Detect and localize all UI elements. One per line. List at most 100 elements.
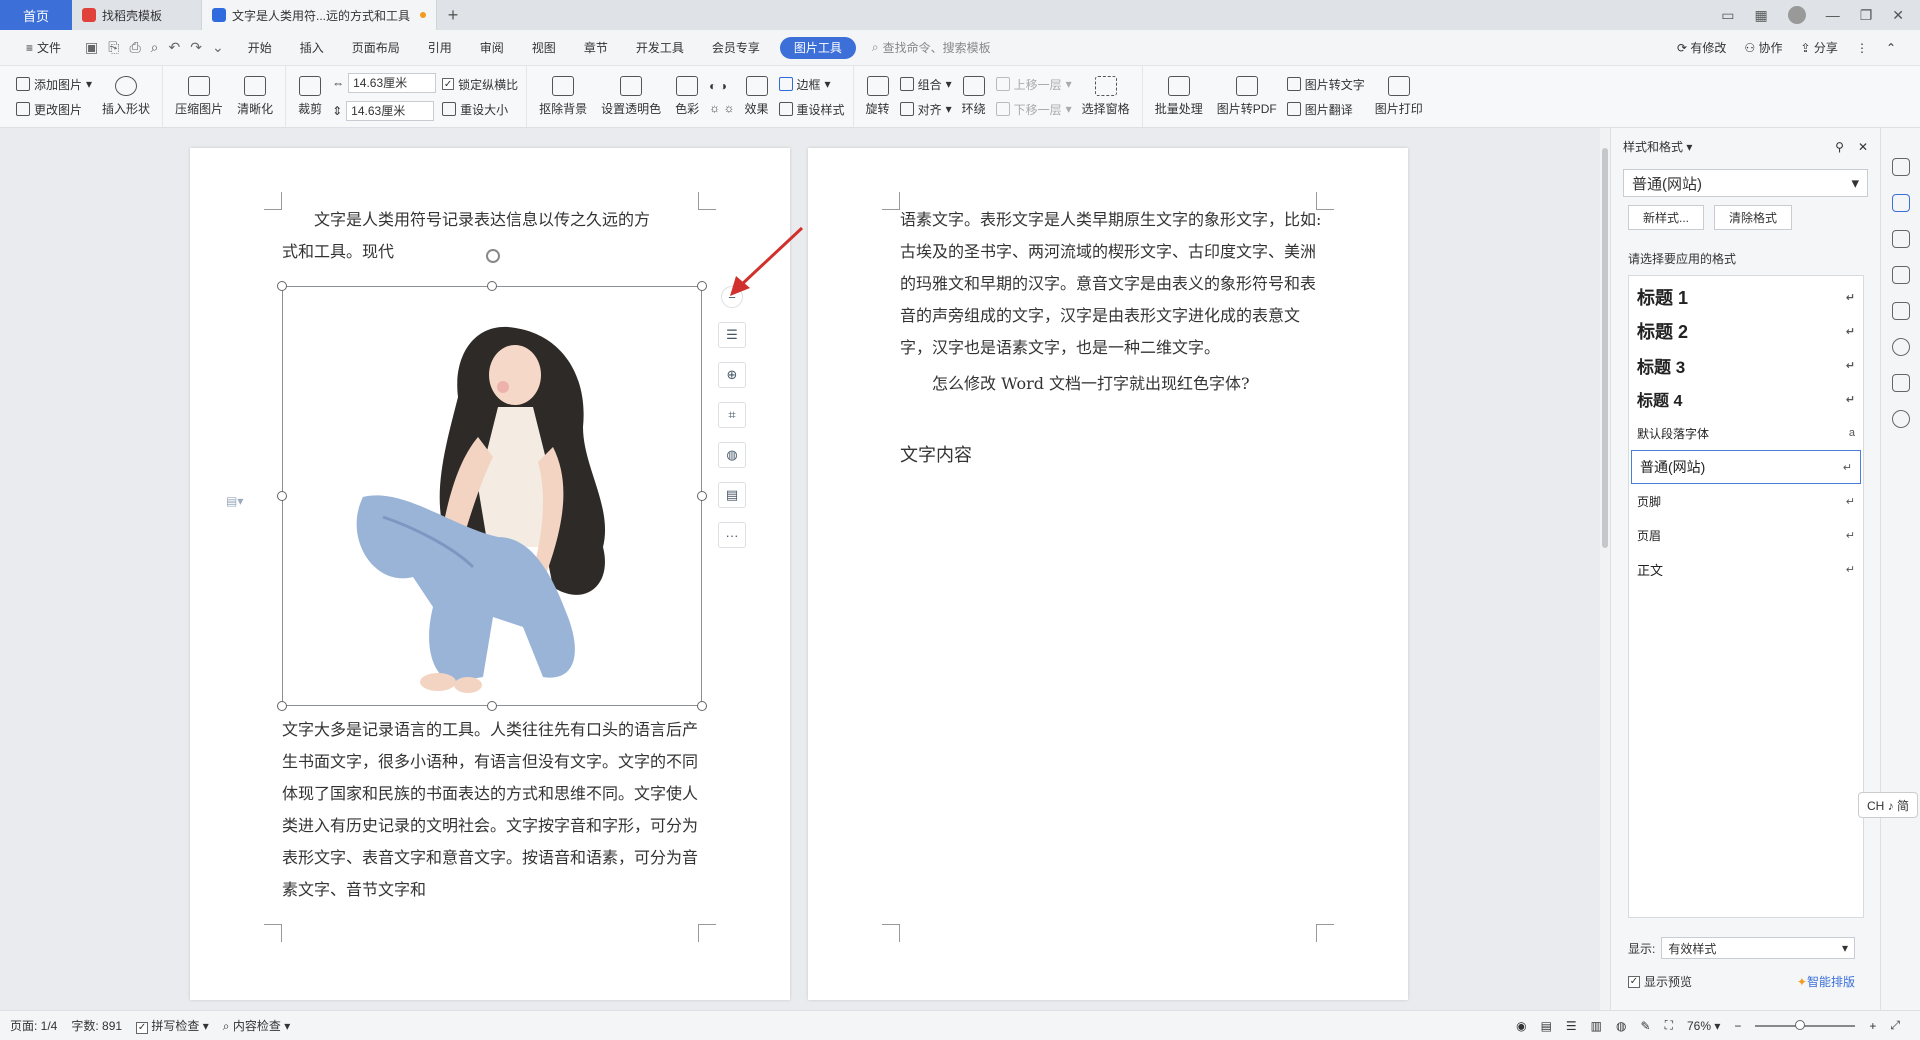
print-icon[interactable]: ⎙ [129,39,140,56]
more-chevron-icon[interactable]: ⌄ [212,39,224,56]
smart-layout-link[interactable]: ✦智能排版 [1797,973,1855,990]
export-icon[interactable]: ⎘ [108,39,119,56]
menu-layout[interactable]: 页面布局 [338,30,414,65]
eye-protection-icon[interactable]: ◉ [1516,1019,1526,1033]
resize-handle[interactable] [697,491,707,501]
border-button[interactable]: 边框 ▾ [778,76,845,93]
page-2[interactable]: 语素文字。表形文字是人类早期原生文字的象形文字，比如:古埃及的圣书字、两河流域的… [808,148,1408,1000]
page2-text[interactable]: 语素文字。表形文字是人类早期原生文字的象形文字，比如:古埃及的圣书字、两河流域的… [900,204,1330,472]
menu-developer[interactable]: 开发工具 [622,30,698,65]
clear-format-button[interactable]: 清除格式 [1714,205,1793,230]
select-pane-button[interactable]: 选择窗格 [1078,76,1134,117]
lock-ratio-checkbox[interactable]: ✓ 锁定纵横比 [442,76,518,93]
write-view-icon[interactable]: ✎ [1641,1019,1651,1033]
style-item-heading1[interactable]: 标题 1 ↵ [1629,280,1863,314]
help-icon[interactable] [1891,410,1910,428]
zoom-in-button[interactable]: + [1869,1019,1876,1033]
style-item-heading3[interactable]: 标题 3 ↵ [1629,348,1863,382]
page-indicator[interactable]: 页面: 1/4 [10,1017,57,1034]
resize-handle[interactable] [277,701,287,711]
select-cursor-icon[interactable] [1891,230,1910,248]
rotate-left-small[interactable]: ◐ ◑ [709,79,734,93]
reset-size-button[interactable]: 重设大小 [442,101,518,118]
collapse-ribbon-icon[interactable]: ⌃ [1886,41,1896,55]
zoom-knob[interactable] [1795,1019,1806,1030]
show-preview-checkbox[interactable]: ✓ 显示预览 [1628,973,1692,990]
fit-page-icon[interactable]: ⛶ [1665,1018,1673,1033]
style-item-heading4[interactable]: 标题 4 ↵ [1629,382,1863,416]
style-item-body[interactable]: 正文 ↵ [1629,552,1863,586]
crop-button[interactable]: 裁剪 [294,76,326,117]
new-style-button[interactable]: 新样式... [1628,205,1705,230]
ime-indicator[interactable]: CH ♪ 简 [1858,792,1918,818]
style-item-header[interactable]: 页眉 ↵ [1629,518,1863,552]
resize-handle[interactable] [277,491,287,501]
rocket-icon[interactable] [1891,158,1910,176]
effects-button[interactable]: 效果 [741,76,773,117]
menu-insert[interactable]: 插入 [286,30,338,65]
word-count[interactable]: 字数: 891 [71,1017,122,1034]
more-options-button[interactable]: ··· [718,522,746,548]
ai-image-button[interactable]: ◍ [718,442,746,468]
batch-button[interactable]: 批量处理 [1151,76,1207,117]
menu-member[interactable]: 会员专享 [698,30,774,65]
grid-icon[interactable]: ▦ [1754,7,1767,24]
to-pdf-button[interactable]: 图片转PDF [1213,76,1281,117]
new-tab-button[interactable]: + [437,0,469,30]
resize-handle[interactable] [697,701,707,711]
document-area[interactable]: 文字是人类用符号记录表达信息以传之久远的方 式和工具。现代 − ☰ ⊕ ⌗ ◍ … [0,128,1600,1010]
show-filter-select[interactable]: 有效样式 ▾ [1661,937,1855,959]
brightness-small[interactable]: ☼ ☼ [709,101,734,115]
close-icon[interactable]: ✕ [1892,7,1904,24]
command-search[interactable]: ⌕ 查找命令、搜索模板 [872,39,991,56]
avatar[interactable] [1787,6,1806,24]
collab-button[interactable]: ⚇ 协作 [1744,39,1782,56]
style-item-heading2[interactable]: 标题 2 ↵ [1629,314,1863,348]
has-changes-button[interactable]: ⟳ 有修改 [1677,39,1726,56]
remove-bg-button[interactable]: 抠除背景 [535,76,591,117]
selected-image[interactable] [277,249,707,711]
content-check-button[interactable]: ⌕ 内容检查 ▾ [223,1017,290,1034]
style-panel-title[interactable]: 样式和格式 ▾ [1623,138,1692,155]
set-transparent-button[interactable]: 设置透明色 [597,76,665,117]
book-icon[interactable] [1891,374,1910,392]
zoom-level[interactable]: 76% ▾ [1687,1019,1720,1033]
fullscreen-icon[interactable]: ⤢ [1890,1018,1900,1033]
align-button[interactable]: 对齐 ▾ [899,101,952,118]
rotate-button[interactable]: 旋转 [862,76,894,117]
menu-start[interactable]: 开始 [234,30,286,65]
add-image-button[interactable]: 添加图片 ▾ [16,76,92,93]
to-text-button[interactable]: 图片转文字 [1286,76,1365,93]
pin-icon[interactable]: ⚲ [1835,140,1844,154]
current-style-select[interactable]: 普通(网站) ▾ [1623,169,1868,197]
style-brush-icon[interactable] [1891,194,1910,212]
page-1[interactable]: 文字是人类用符号记录表达信息以传之久远的方 式和工具。现代 − ☰ ⊕ ⌗ ◍ … [190,148,804,1000]
paragraph-2[interactable]: 文字大多是记录语言的工具。人类往往先有口头的语言后产生书面文字，很多小语种，有语… [282,714,702,906]
resize-handle[interactable] [487,701,497,711]
paragraph-layout-icon[interactable]: ▤▾ [226,494,243,508]
reading-view-icon[interactable]: ▥ [1591,1019,1602,1033]
translate-button[interactable]: 图片翻译 [1286,101,1365,118]
file-menu[interactable]: ≡ 文件 [12,30,75,65]
preview-icon[interactable]: ⌕ [151,39,159,56]
restore-icon[interactable]: ❐ [1860,7,1873,24]
rotate-handle[interactable] [486,249,500,263]
group-button[interactable]: 组合 ▾ [899,76,952,93]
tab-template[interactable]: 找稻壳模板 [72,0,202,30]
web-view-icon[interactable]: ◍ [1616,1019,1626,1033]
vertical-scrollbar[interactable] [1600,128,1610,1010]
spell-check-button[interactable]: ✓ 拼写检查 ▾ [136,1017,209,1034]
wrap-button[interactable]: 环绕 [958,76,990,117]
crop-float-button[interactable]: ⌗ [718,402,746,428]
width-input[interactable]: 14.63厘米 [348,72,437,93]
resize-handle[interactable] [487,281,497,291]
zoom-slider[interactable] [1755,1019,1856,1030]
close-panel-icon[interactable]: ✕ [1858,140,1868,154]
zoom-out-button[interactable]: − [1734,1019,1741,1033]
move-down-button[interactable]: 下移一层 ▾ [995,101,1072,118]
insert-shape-button[interactable]: 插入形状 [98,76,154,117]
minimize-icon[interactable]: — [1826,7,1840,23]
change-image-button[interactable]: 更改图片 [16,101,92,118]
style-item-default-font[interactable]: 默认段落字体 a [1629,416,1863,450]
menu-review[interactable]: 审阅 [466,30,518,65]
